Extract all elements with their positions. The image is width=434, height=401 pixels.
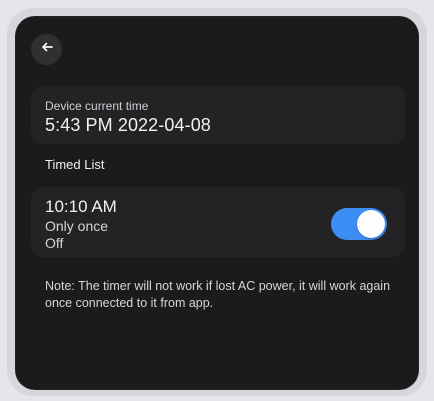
timer-enabled-toggle[interactable] xyxy=(331,208,387,240)
timed-list-title: Timed List xyxy=(45,157,105,172)
timer-item[interactable]: 10:10 AM Only once Off xyxy=(31,187,405,257)
page: Device current time 5:43 PM 2022-04-08 T… xyxy=(0,0,434,401)
device-time-value: 5:43 PM 2022-04-08 xyxy=(45,115,211,135)
device-time-label: Device current time xyxy=(45,99,149,113)
back-button[interactable] xyxy=(31,34,62,65)
timer-repeat: Only once xyxy=(45,218,109,234)
toggle-knob xyxy=(357,210,385,238)
timer-time: 10:10 AM xyxy=(45,197,117,216)
device-time-card: Device current time 5:43 PM 2022-04-08 xyxy=(31,86,405,144)
timer-action: Off xyxy=(45,235,64,251)
timer-note: Note: The timer will not work if lost AC… xyxy=(45,279,391,310)
app-screen: Device current time 5:43 PM 2022-04-08 T… xyxy=(15,16,419,390)
arrow-left-icon xyxy=(40,40,54,59)
